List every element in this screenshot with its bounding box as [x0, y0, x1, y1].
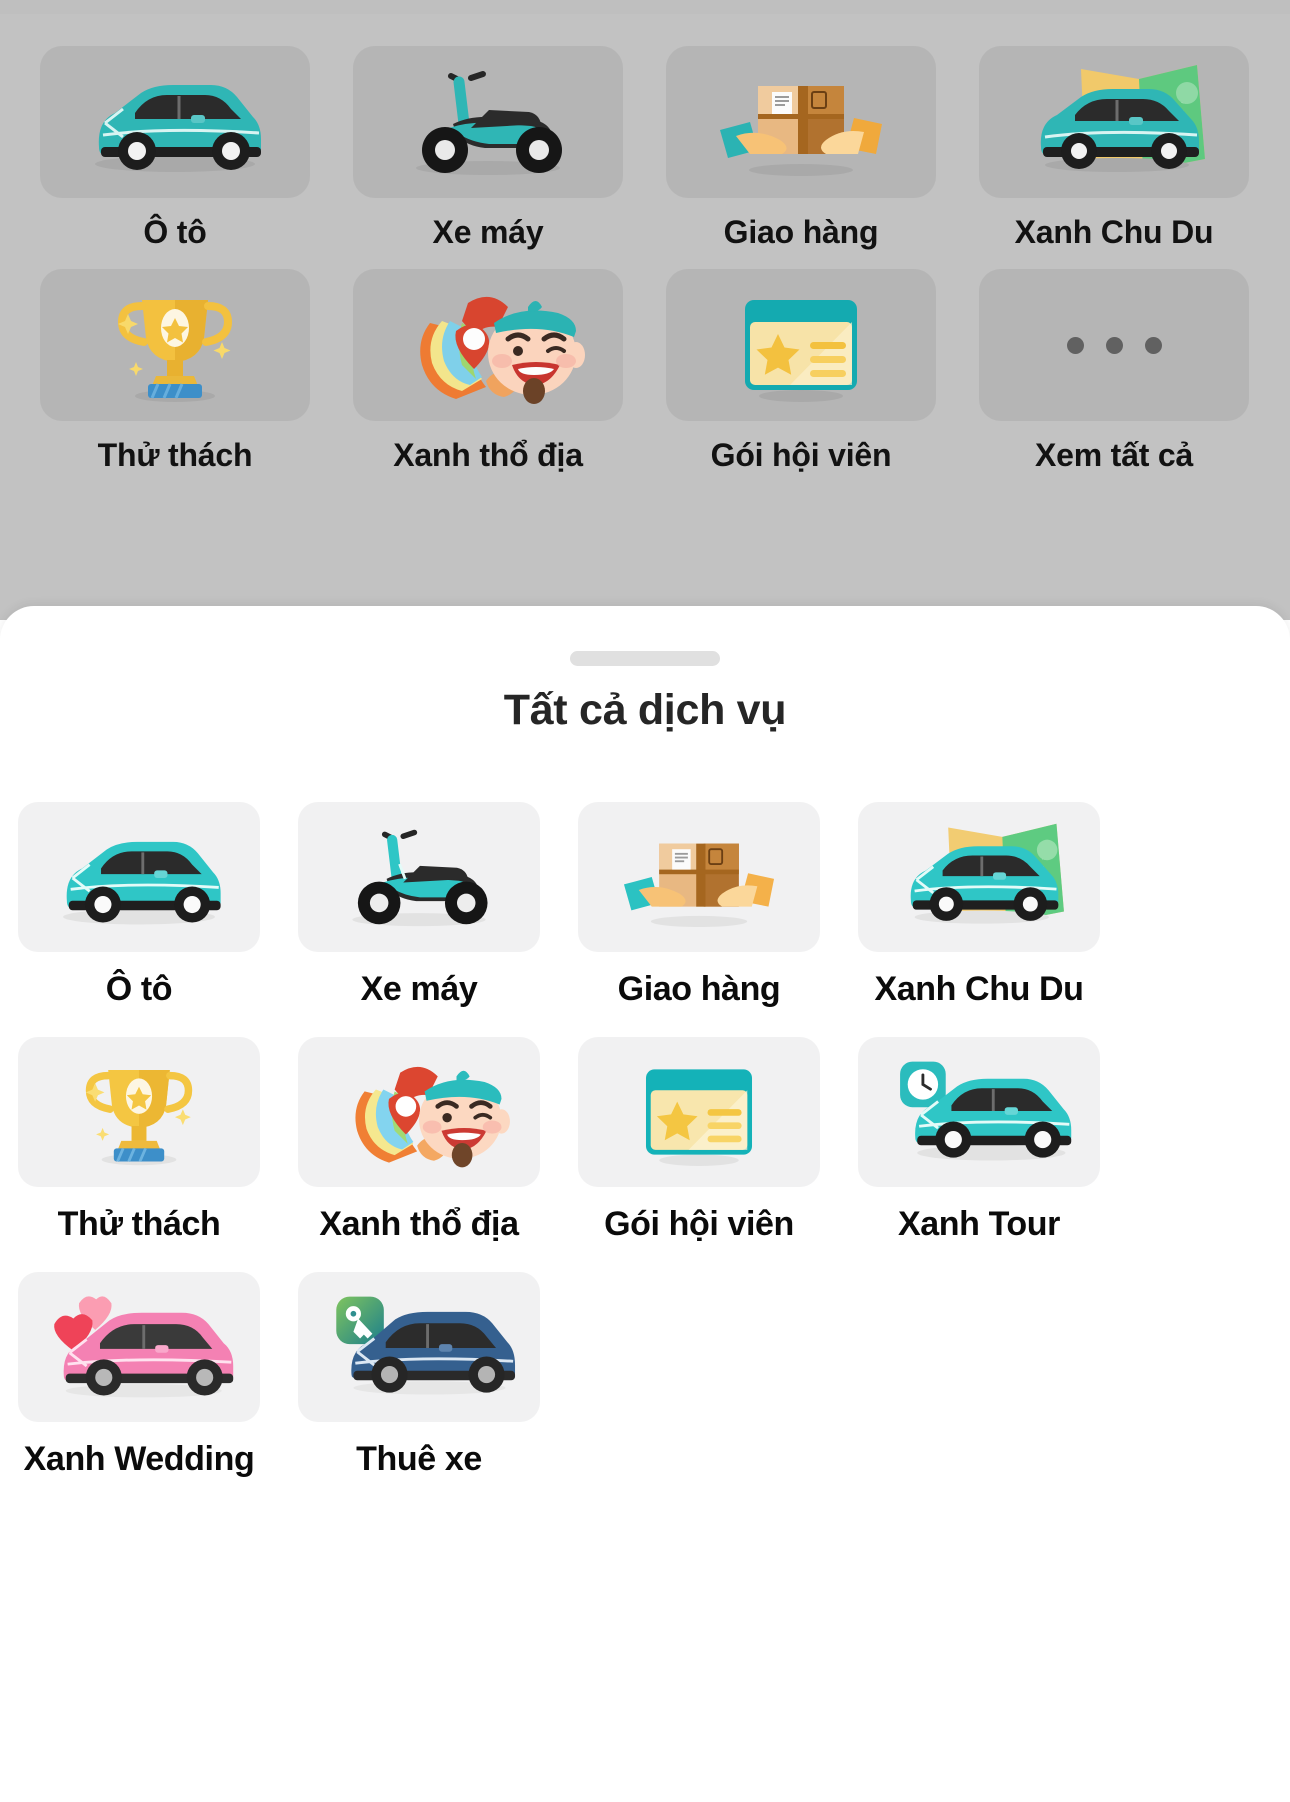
background-service-label: Giao hàng [723, 214, 879, 250]
app-root: Ô tô Xe máy Giao hàng Xanh Chu Du Thử th… [0, 0, 1290, 1802]
background-service-tile[interactable] [979, 269, 1249, 421]
service-label: Gói hội viên [604, 1205, 794, 1243]
service-item-car-rental[interactable]: Thuê xe [298, 1272, 540, 1479]
membership-card-icon [745, 300, 857, 402]
background-service-label: Ô tô [143, 214, 207, 250]
car-on-map-icon [1040, 65, 1205, 172]
more-dots-icon [1066, 336, 1162, 354]
background-service-label: Thử thách [97, 437, 253, 473]
background-service-label: Xanh thổ địa [393, 437, 583, 473]
car-on-map-icon [910, 823, 1064, 924]
service-tile[interactable] [18, 802, 260, 952]
service-label: Ô tô [105, 970, 173, 1008]
all-services-grid: Ô tô Xe máy Giao hàng Xanh Chu Du Thử th… [18, 802, 1272, 1479]
background-service-item-membership[interactable]: Gói hội viên [666, 269, 936, 474]
service-item-motorbike[interactable]: Xe máy [298, 802, 540, 1009]
service-label: Xanh thổ địa [319, 1205, 519, 1243]
sheet-drag-handle[interactable] [570, 651, 720, 666]
background-service-tile[interactable] [40, 269, 310, 421]
local-guide-mascot-icon [420, 296, 585, 404]
background-service-label: Xe máy [432, 214, 544, 250]
service-label: Thuê xe [356, 1440, 482, 1478]
service-tile[interactable] [858, 1037, 1100, 1187]
service-label: Giao hàng [617, 970, 781, 1008]
service-label: Xanh Tour [898, 1205, 1060, 1243]
gold-trophy-icon [117, 300, 233, 402]
service-item-delivery[interactable]: Giao hàng [578, 802, 820, 1009]
package-handoff-icon [720, 86, 882, 176]
service-tile[interactable] [578, 1037, 820, 1187]
background-service-item-view-all[interactable]: Xem tất cả [979, 269, 1249, 474]
service-tile[interactable] [18, 1272, 260, 1422]
background-service-label: Xem tất cả [1034, 437, 1194, 473]
service-item-local-guide[interactable]: Xanh thổ địa [298, 1037, 540, 1244]
backdrop-top-strip [0, 0, 1290, 14]
service-item-xanh-chu-du[interactable]: Xanh Chu Du [858, 802, 1100, 1009]
background-service-tile[interactable] [40, 46, 310, 198]
service-tile[interactable] [18, 1037, 260, 1187]
teal-scooter-icon [416, 71, 562, 175]
background-service-item-car[interactable]: Ô tô [40, 46, 310, 251]
teal-scooter-icon [352, 829, 488, 927]
service-label: Thử thách [57, 1205, 221, 1243]
service-tile[interactable] [298, 1272, 540, 1422]
background-service-tile[interactable] [666, 46, 936, 198]
service-tile[interactable] [298, 1037, 540, 1187]
service-item-membership[interactable]: Gói hội viên [578, 1037, 820, 1244]
teal-car-icon [63, 841, 221, 925]
service-label: Xe máy [360, 970, 478, 1008]
service-label: Xanh Wedding [23, 1440, 255, 1478]
service-tile[interactable] [858, 802, 1100, 952]
background-service-item-tour[interactable]: Xanh Chu Du [979, 46, 1249, 251]
background-service-item-local-guide[interactable]: Xanh thổ địa [353, 269, 623, 474]
service-tile[interactable] [298, 802, 540, 952]
background-service-tile[interactable] [353, 269, 623, 421]
gold-trophy-icon [85, 1070, 193, 1166]
background-service-tile[interactable] [979, 46, 1249, 198]
background-service-label: Gói hội viên [710, 437, 892, 473]
service-item-car[interactable]: Ô tô [18, 802, 260, 1009]
package-handoff-icon [623, 843, 775, 928]
service-item-challenge[interactable]: Thử thách [18, 1037, 260, 1244]
sheet-title: Tất cả dịch vụ [503, 686, 787, 734]
background-service-tile[interactable] [666, 269, 936, 421]
blue-car-key-icon [336, 1296, 516, 1395]
local-guide-mascot-icon [355, 1066, 510, 1168]
background-service-grid: Ô tô Xe máy Giao hàng Xanh Chu Du Thử th… [40, 46, 1250, 474]
all-services-bottom-sheet: Tất cả dịch vụ Ô tô Xe máy Giao hàng Xan… [0, 606, 1290, 1802]
service-label: Xanh Chu Du [874, 970, 1084, 1008]
dimmed-backdrop[interactable]: Ô tô Xe máy Giao hàng Xanh Chu Du Thử th… [0, 0, 1290, 620]
background-service-item-challenge[interactable]: Thử thách [40, 269, 310, 474]
membership-card-icon [645, 1069, 753, 1166]
service-item-xanh-wedding[interactable]: Xanh Wedding [18, 1272, 260, 1479]
service-tile[interactable] [578, 802, 820, 952]
service-item-xanh-tour[interactable]: Xanh Tour [858, 1037, 1100, 1244]
pink-car-hearts-icon [54, 1296, 234, 1398]
background-service-item-delivery[interactable]: Giao hàng [666, 46, 936, 251]
car-with-clock-icon [900, 1061, 1072, 1161]
background-service-label: Xanh Chu Du [1014, 214, 1214, 250]
teal-car-icon [95, 85, 261, 172]
background-service-tile[interactable] [353, 46, 623, 198]
background-service-item-bike[interactable]: Xe máy [353, 46, 623, 251]
